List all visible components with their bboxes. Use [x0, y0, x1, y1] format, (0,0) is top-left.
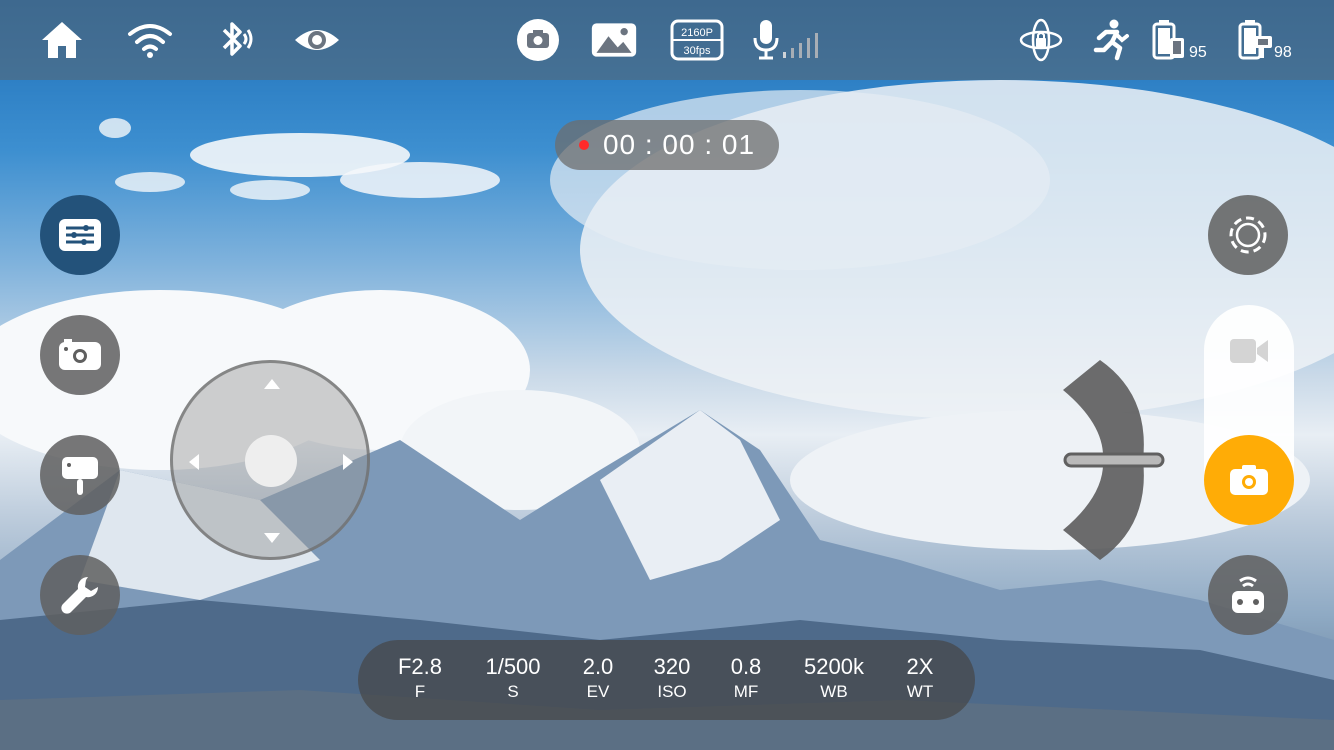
param-value: 2X: [906, 654, 934, 679]
eye-icon[interactable]: [293, 18, 341, 62]
arrow-up-icon: [264, 379, 280, 389]
camera-icon: [59, 339, 101, 370]
param-ev[interactable]: 2.0 EV: [583, 654, 614, 704]
tracking-target-button[interactable]: [1208, 195, 1288, 275]
remote-control-button[interactable]: [1208, 555, 1288, 635]
video-icon[interactable]: [1228, 336, 1270, 366]
camera-settings-button[interactable]: [40, 315, 120, 395]
remote-icon: [1232, 576, 1264, 613]
tools-button[interactable]: [40, 555, 120, 635]
camera-mode-icon[interactable]: [514, 18, 562, 62]
param-mf[interactable]: 0.8 MF: [731, 654, 762, 704]
arrow-down-icon: [264, 533, 280, 543]
camera-viewfinder: 2160P 30fps 95 98 00 : 00 : 01 F2.8 F 1/…: [0, 0, 1334, 750]
param-value: F2.8: [397, 654, 443, 679]
gimbal-icon: [62, 457, 98, 495]
settings-button[interactable]: [40, 195, 120, 275]
gimbal-battery-icon: [1232, 18, 1274, 62]
home-icon[interactable]: [38, 18, 86, 62]
phone-battery-icon: [1146, 18, 1186, 62]
target-icon: [1229, 216, 1267, 254]
gimbal-button[interactable]: [40, 435, 120, 515]
timer-text: 00 : 00 : 01: [602, 129, 756, 160]
param-label: WT: [906, 682, 934, 701]
camera-parameters-bar: F2.8 F 1/500 S 2.0 EV 320 ISO 0.8 MF 5200k WB 2X WT: [358, 640, 975, 720]
gimbal-lock-icon[interactable]: [1017, 18, 1065, 62]
bluetooth-icon[interactable]: [210, 18, 258, 62]
param-wt[interactable]: 2X WT: [907, 654, 934, 704]
wrench-icon: [61, 576, 99, 614]
fps-text: 30fps: [684, 45, 711, 57]
param-label: WB: [820, 682, 848, 701]
phone-battery-level: 95: [1189, 44, 1207, 61]
param-value: 0.8: [730, 654, 762, 679]
arrow-left-icon: [189, 454, 199, 470]
recording-timer: 00 : 00 : 01: [555, 120, 779, 170]
param-label: S: [507, 682, 519, 701]
sport-mode-icon[interactable]: [1084, 18, 1132, 62]
joystick-knob[interactable]: [245, 435, 297, 487]
resolution-badge[interactable]: 2160P 30fps: [670, 18, 724, 62]
recording-dot: [578, 140, 589, 150]
param-label: EV: [586, 682, 610, 701]
param-wb[interactable]: 5200k WB: [804, 654, 864, 704]
gimbal-battery-level: 98: [1274, 44, 1292, 61]
resolution-text: 2160P: [681, 27, 713, 39]
arrow-right-icon: [343, 454, 353, 470]
param-value: 2.0: [582, 654, 614, 679]
wifi-icon[interactable]: [126, 18, 174, 62]
param-iso[interactable]: 320 ISO: [654, 654, 691, 704]
param-value: 5200k: [804, 654, 864, 679]
gimbal-joystick[interactable]: [170, 360, 370, 560]
param-label: MF: [733, 682, 759, 701]
zoom-slider[interactable]: [1055, 355, 1170, 565]
gallery-icon[interactable]: [590, 18, 638, 62]
settings-sliders-icon: [59, 219, 101, 251]
param-value: 320: [653, 654, 691, 679]
param-value: 1/500: [485, 654, 541, 679]
microphone-icon[interactable]: [750, 18, 820, 62]
top-status-bar: 2160P 30fps 95 98: [0, 0, 1334, 80]
shutter-icon: [1230, 465, 1268, 495]
param-label: ISO: [657, 682, 687, 701]
param-s[interactable]: 1/500 S: [485, 654, 540, 704]
param-f[interactable]: F2.8 F: [398, 654, 442, 704]
param-label: F: [414, 682, 426, 701]
shutter-button[interactable]: [1204, 435, 1294, 525]
zoom-slider-handle[interactable]: [1063, 452, 1165, 468]
